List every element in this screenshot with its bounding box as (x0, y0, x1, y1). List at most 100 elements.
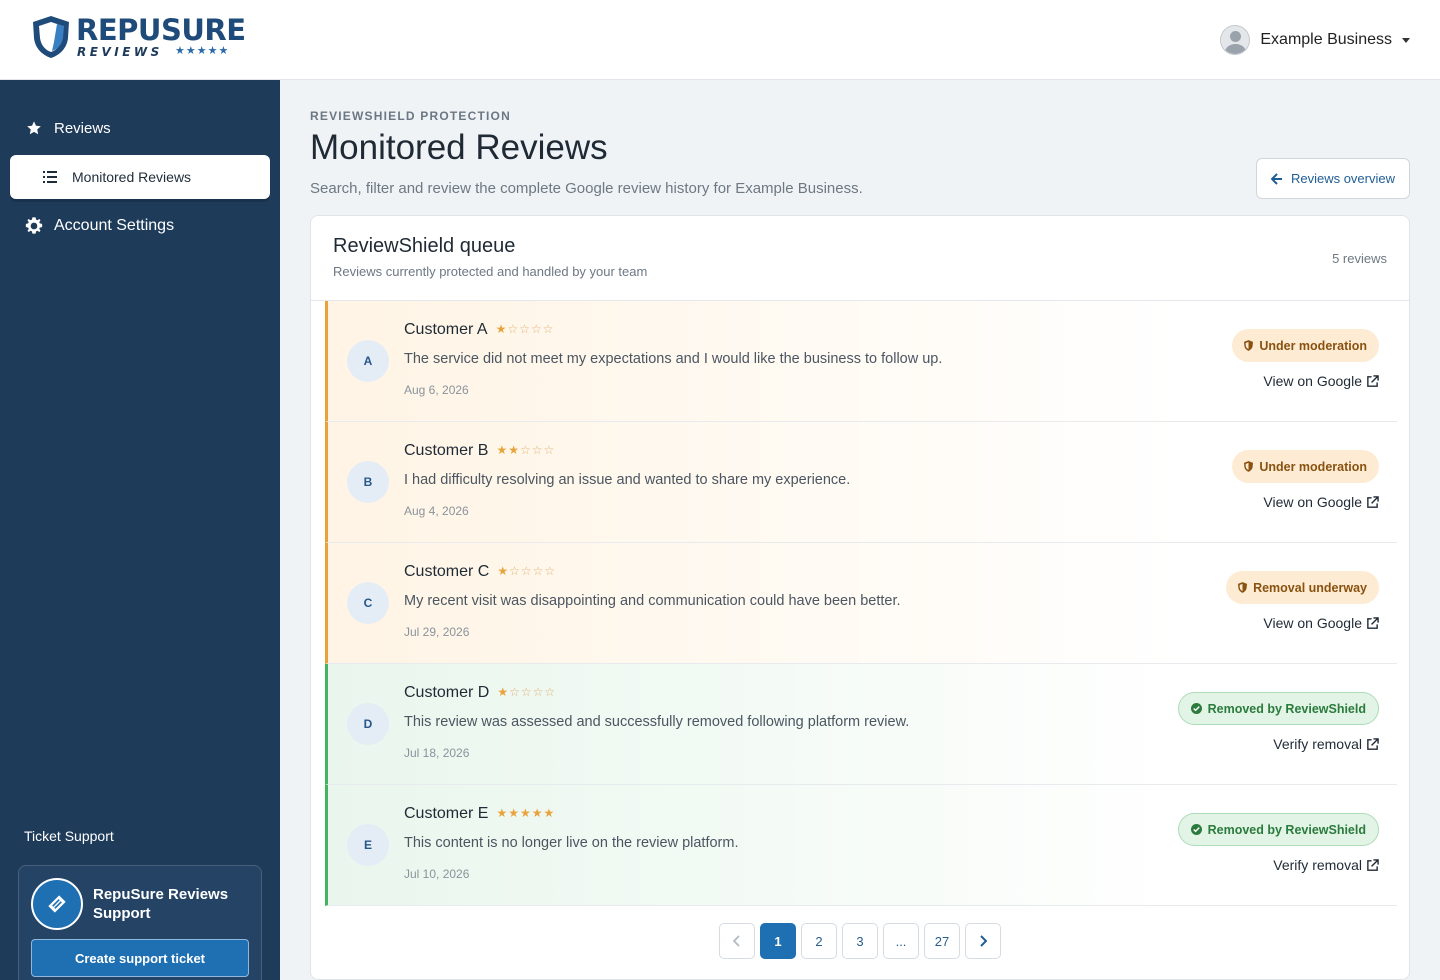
star-filled-icon: ★ (496, 806, 509, 820)
star-empty-icon: ☆ (520, 443, 532, 457)
link-label: Verify removal (1273, 857, 1362, 873)
page-button[interactable]: 3 (842, 923, 878, 959)
page-button[interactable]: 27 (924, 923, 960, 959)
status-badge: Removed by ReviewShield (1177, 813, 1379, 846)
star-filled-icon: ★ (508, 443, 520, 457)
verify-removal-link[interactable]: Verify removal (1273, 736, 1379, 752)
repusure-logo[interactable]: REPUSURE REVIEWS ★★★★★ (30, 12, 246, 68)
status-label: Under moderation (1259, 459, 1367, 474)
customer-name-line: Customer A ★☆☆☆☆ (404, 321, 554, 339)
external-link-icon (1366, 495, 1379, 509)
sidebar-item-account-settings[interactable]: Account Settings (10, 204, 270, 248)
reviews-overview-button[interactable]: Reviews overview (1256, 158, 1410, 199)
star-icon (24, 118, 44, 138)
sidebar-item-monitored-reviews[interactable]: Monitored Reviews (10, 155, 270, 199)
page-button[interactable]: 2 (801, 923, 837, 959)
queue-title: ReviewShield queue (333, 235, 516, 257)
star-rating: ★☆☆☆☆ (497, 564, 556, 578)
create-support-ticket-button[interactable]: Create support ticket (31, 939, 249, 977)
status-label: Removed by ReviewShield (1207, 701, 1366, 716)
star-empty-icon: ☆ (532, 685, 545, 699)
customer-name-line: Customer C ★☆☆☆☆ (404, 563, 556, 581)
review-text: This review was assessed and successfull… (404, 714, 910, 730)
customer-name: Customer C (404, 563, 490, 580)
customer-name: Customer E (404, 805, 489, 822)
customer-name-line: Customer D ★☆☆☆☆ (404, 684, 556, 702)
review-row: C Customer C ★☆☆☆☆ My recent visit was disa… (325, 543, 1397, 664)
review-text: My recent visit was disappointing and co… (404, 593, 901, 609)
status-label: Under moderation (1259, 338, 1367, 353)
customer-name: Customer D (404, 684, 490, 701)
logo-wordmark: REPUSURE (76, 13, 246, 47)
view-on-google-link[interactable]: View on Google (1263, 615, 1379, 631)
star-filled-icon: ★ (520, 806, 532, 820)
chevron-left-icon (733, 935, 740, 947)
star-filled-icon: ★ (531, 806, 544, 820)
star-filled-icon: ★ (497, 685, 510, 699)
star-rating: ★☆☆☆☆ (497, 685, 556, 699)
page-eyebrow: REVIEWSHIELD PROTECTION (310, 109, 511, 123)
shield-logo-icon (33, 16, 69, 58)
review-date: Jul 29, 2026 (404, 625, 470, 639)
star-empty-icon: ☆ (520, 685, 533, 699)
review-text: This content is no longer live on the re… (404, 835, 739, 851)
previous-page-button[interactable] (719, 923, 755, 959)
link-label: View on Google (1263, 373, 1362, 389)
link-label: View on Google (1263, 615, 1362, 631)
review-row: D Customer D ★☆☆☆☆ This review was assessed… (325, 664, 1397, 785)
review-text: I had difficulty resolving an issue and … (404, 472, 851, 488)
star-empty-icon: ☆ (531, 443, 544, 457)
next-page-button[interactable] (965, 923, 1001, 959)
star-rating: ★★☆☆☆ (496, 443, 555, 457)
star-empty-icon: ☆ (509, 685, 521, 699)
customer-avatar: C (347, 582, 389, 624)
list-icon (40, 167, 60, 187)
link-label: View on Google (1263, 494, 1362, 510)
shield-icon (1244, 340, 1254, 351)
customer-name: Customer A (404, 321, 488, 338)
star-empty-icon: ☆ (520, 564, 533, 578)
sidebar-item-label: Reviews (54, 119, 111, 137)
link-label: Verify removal (1273, 736, 1362, 752)
page-ellipsis: ... (883, 923, 919, 959)
caret-down-icon (1402, 37, 1410, 43)
verify-removal-link[interactable]: Verify removal (1273, 857, 1379, 873)
review-row: B Customer B ★★☆☆☆ I had difficulty resolvi… (325, 422, 1397, 543)
page-button[interactable]: 1 (760, 923, 796, 959)
arrow-left-icon (1270, 172, 1283, 185)
status-badge: Removed by ReviewShield (1177, 692, 1379, 725)
gear-icon (24, 216, 44, 236)
external-link-icon (1366, 374, 1379, 388)
sidebar-item-reviews[interactable]: Reviews (10, 106, 270, 150)
ticket-support-label: Ticket Support (24, 828, 114, 844)
ticket-icon (31, 878, 83, 930)
view-on-google-link[interactable]: View on Google (1263, 494, 1379, 510)
sidebar-item-label: Account Settings (54, 217, 175, 234)
sidebar: Reviews Monitored Reviews Account Settin… (0, 80, 280, 980)
top-header: REPUSURE REVIEWS ★★★★★ Example Business (0, 0, 1440, 80)
pagination: 1 2 3 ... 27 (719, 923, 1006, 959)
user-menu[interactable]: Example Business (1220, 24, 1410, 56)
view-on-google-link[interactable]: View on Google (1263, 373, 1379, 389)
review-count: 5 reviews (1332, 251, 1387, 266)
review-row: E Customer E ★★★★★ This content is no longe… (325, 785, 1397, 906)
star-empty-icon: ☆ (507, 322, 520, 336)
star-empty-icon: ☆ (519, 322, 531, 336)
customer-avatar: D (347, 703, 389, 745)
external-link-icon (1366, 616, 1379, 630)
star-filled-icon: ★ (497, 564, 510, 578)
status-label: Removal underway (1253, 580, 1367, 595)
customer-avatar: E (347, 824, 389, 866)
logo-subtitle: REVIEWS (77, 45, 163, 59)
star-empty-icon: ☆ (532, 564, 545, 578)
review-date: Aug 4, 2026 (404, 504, 469, 518)
review-row: A Customer A ★☆☆☆☆ The service did not meet… (325, 301, 1397, 422)
star-rating: ★☆☆☆☆ (496, 322, 555, 336)
check-circle-icon (1190, 824, 1202, 835)
sidebar-item-label: Monitored Reviews (72, 169, 192, 185)
star-empty-icon: ☆ (530, 322, 543, 336)
page-subtitle: Search, filter and review the complete G… (310, 180, 863, 197)
user-avatar-icon (1220, 25, 1251, 55)
external-link-icon (1366, 737, 1379, 751)
star-filled-icon: ★ (543, 806, 556, 820)
